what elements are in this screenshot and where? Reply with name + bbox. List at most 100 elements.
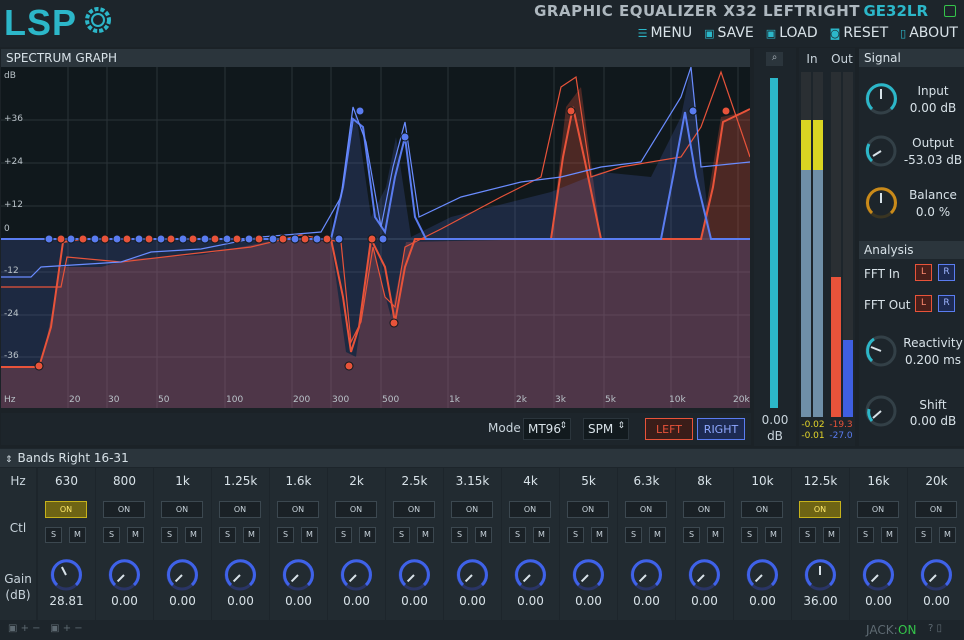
band-gain-value: 28.81	[49, 594, 84, 608]
band-on-button[interactable]: ON	[335, 501, 377, 518]
band-mute-button[interactable]: M	[69, 527, 86, 543]
band-gain-knob[interactable]	[49, 558, 83, 592]
band-gain-knob[interactable]	[339, 558, 373, 592]
band-mute-button[interactable]: M	[359, 527, 376, 543]
band-mute-button[interactable]: M	[475, 527, 492, 543]
band-on-button[interactable]: ON	[625, 501, 667, 518]
band-column: 1.6k ON S M 0.00	[270, 468, 327, 620]
band-mute-button[interactable]: M	[881, 527, 898, 543]
about-button[interactable]: ▯ ABOUT	[900, 25, 958, 41]
band-mute-button[interactable]: M	[649, 527, 666, 543]
band-on-button[interactable]: ON	[857, 501, 899, 518]
band-solo-button[interactable]: S	[161, 527, 178, 543]
band-gain-knob[interactable]	[281, 558, 315, 592]
shift-knob[interactable]	[864, 394, 898, 428]
mode-select[interactable]: MT96 ⇕	[523, 418, 571, 440]
band-mute-button[interactable]: M	[417, 527, 434, 543]
band-gain-knob[interactable]	[455, 558, 489, 592]
band-gain-value: 0.00	[691, 594, 718, 608]
band-on-button[interactable]: ON	[683, 501, 725, 518]
band-on-button[interactable]: ON	[509, 501, 551, 518]
band-gain-knob[interactable]	[687, 558, 721, 592]
gain-slider-track[interactable]	[770, 78, 778, 408]
help-icon[interactable]: ? ▯	[928, 623, 942, 634]
band-mute-button[interactable]: M	[939, 527, 956, 543]
band-solo-button[interactable]: S	[915, 527, 932, 543]
left-channel-button[interactable]: LEFT	[645, 418, 693, 440]
power-icon[interactable]	[944, 5, 956, 17]
band-on-button[interactable]: ON	[103, 501, 145, 518]
gear-logo-icon	[85, 7, 111, 33]
band-gain-knob[interactable]	[745, 558, 779, 592]
band-mute-button[interactable]: M	[823, 527, 840, 543]
band-frequency: 630	[55, 474, 78, 488]
x-label-50: 50	[158, 395, 170, 405]
band-on-button[interactable]: ON	[915, 501, 957, 518]
band-solo-button[interactable]: S	[103, 527, 120, 543]
band-on-button[interactable]: ON	[219, 501, 261, 518]
band-solo-button[interactable]: S	[45, 527, 62, 543]
signal-header: Signal	[859, 49, 964, 67]
band-frequency: 1.6k	[285, 474, 312, 488]
fft-out-left-button[interactable]: L	[915, 295, 932, 312]
band-on-button[interactable]: ON	[451, 501, 493, 518]
band-on-button[interactable]: ON	[393, 501, 435, 518]
band-mute-button[interactable]: M	[533, 527, 550, 543]
band-gain-knob[interactable]	[861, 558, 895, 592]
band-on-button[interactable]: ON	[161, 501, 203, 518]
load-button[interactable]: ▣ LOAD	[766, 25, 818, 41]
band-gain-knob[interactable]	[629, 558, 663, 592]
band-solo-button[interactable]: S	[219, 527, 236, 543]
menu-button[interactable]: ☰ MENU	[638, 25, 693, 41]
band-solo-button[interactable]: S	[335, 527, 352, 543]
band-gain-knob[interactable]	[919, 558, 953, 592]
band-solo-button[interactable]: S	[741, 527, 758, 543]
band-solo-button[interactable]: S	[567, 527, 584, 543]
x-label-100: 100	[226, 395, 244, 405]
save-button[interactable]: ▣ SAVE	[704, 25, 754, 41]
balance-knob[interactable]	[864, 186, 898, 220]
band-solo-button[interactable]: S	[393, 527, 410, 543]
band-mute-button[interactable]: M	[591, 527, 608, 543]
band-gain-value: 0.00	[459, 594, 486, 608]
band-on-button[interactable]: ON	[277, 501, 319, 518]
band-gain-knob[interactable]	[571, 558, 605, 592]
band-solo-button[interactable]: S	[799, 527, 816, 543]
fft-in-left-button[interactable]: L	[915, 264, 932, 281]
fft-out-right-button[interactable]: R	[938, 295, 955, 312]
band-mute-button[interactable]: M	[765, 527, 782, 543]
band-solo-button[interactable]: S	[451, 527, 468, 543]
band-gain-knob[interactable]	[165, 558, 199, 592]
band-on-button[interactable]: ON	[567, 501, 609, 518]
band-solo-button[interactable]: S	[683, 527, 700, 543]
band-gain-knob[interactable]	[223, 558, 257, 592]
band-on-button[interactable]: ON	[799, 501, 841, 518]
spectrum-graph[interactable]: dB +36 +24 +12 0 -12 -24 -36 Hz 20 30 50…	[1, 67, 750, 408]
band-solo-button[interactable]: S	[509, 527, 526, 543]
bands-header[interactable]: ⇕ Bands Right 16-31	[0, 449, 964, 467]
right-channel-button[interactable]: RIGHT	[697, 418, 745, 440]
band-solo-button[interactable]: S	[857, 527, 874, 543]
input-knob[interactable]	[864, 82, 898, 116]
band-mute-button[interactable]: M	[707, 527, 724, 543]
band-mute-button[interactable]: M	[243, 527, 260, 543]
band-gain-knob[interactable]	[513, 558, 547, 592]
band-mute-button[interactable]: M	[127, 527, 144, 543]
slope-select[interactable]: SPM ⇕	[583, 418, 629, 440]
zoom-icon[interactable]: ⌕	[766, 52, 783, 66]
band-on-button[interactable]: ON	[45, 501, 87, 518]
reactivity-knob[interactable]	[864, 334, 898, 368]
band-gain-knob[interactable]	[107, 558, 141, 592]
band-solo-button[interactable]: S	[277, 527, 294, 543]
band-gain-knob[interactable]	[803, 558, 837, 592]
band-on-button[interactable]: ON	[741, 501, 783, 518]
band-gain-knob[interactable]	[397, 558, 431, 592]
band-solo-button[interactable]: S	[625, 527, 642, 543]
reset-button[interactable]: ◙ RESET	[830, 25, 889, 41]
layout-icons[interactable]: ▣ + − ▣ + −	[8, 623, 83, 634]
fft-in-right-button[interactable]: R	[938, 264, 955, 281]
band-mute-button[interactable]: M	[185, 527, 202, 543]
band-mute-button[interactable]: M	[301, 527, 318, 543]
output-knob[interactable]	[864, 134, 898, 168]
level-meters: In Out -0.02 -0.01 -19.3 -27.0	[799, 48, 855, 446]
